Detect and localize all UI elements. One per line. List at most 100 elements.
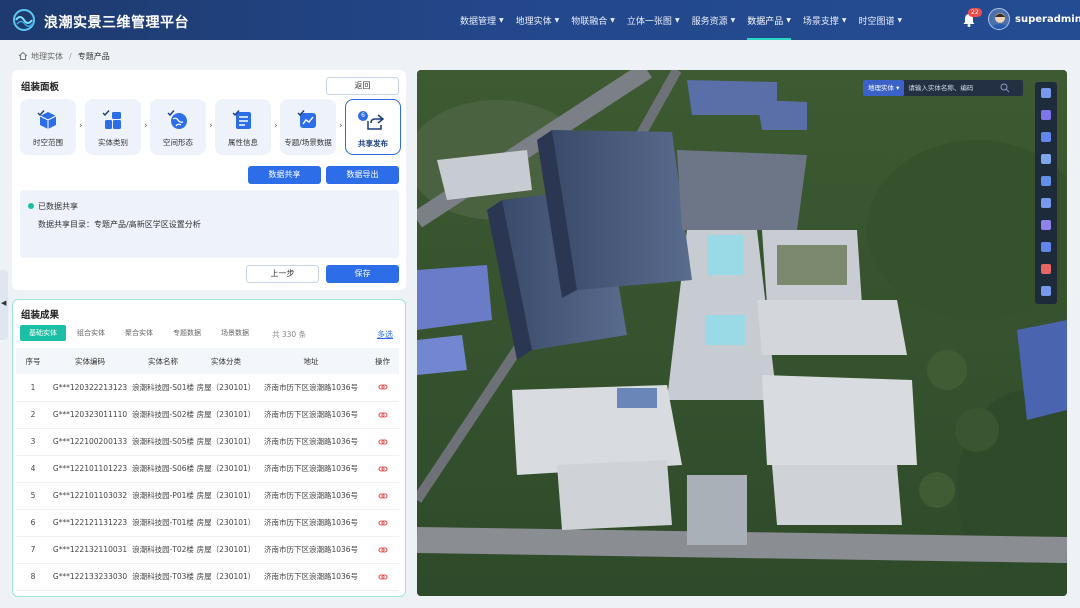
grid-check-icon [102, 110, 121, 129]
unlink-icon[interactable] [377, 518, 388, 528]
unlink-icon[interactable] [377, 410, 388, 420]
col-header: 实体名称 [130, 348, 196, 374]
table-row[interactable]: 3 G***122100200133 浪潮科技园-S05楼 房屋（230101） 济南市… [16, 428, 399, 456]
logo-icon [13, 9, 35, 31]
username[interactable]: superadmin [1015, 14, 1080, 25]
chevron-right-icon: › [274, 121, 278, 131]
step-time-range[interactable]: 时空范围 [20, 99, 76, 155]
results-panel-title: 组装成果 [21, 310, 60, 321]
unlink-icon[interactable] [377, 491, 388, 501]
nav-item[interactable]: 数据产品 ▼ [741, 0, 797, 40]
cell-name: 浪潮科技园-S01楼 [130, 374, 196, 402]
nav-item-label: 数据产品 [747, 16, 784, 27]
node-icon[interactable] [1039, 218, 1053, 232]
col-header: 实体编码 [50, 348, 130, 374]
step-label: 专题/场景数据 [284, 138, 332, 147]
table-row[interactable]: 2 G***120323011110 浪潮科技园-S02楼 房屋（230101） 济南市… [16, 401, 399, 429]
nav-item[interactable]: 时空图谱 ▼ [852, 0, 908, 40]
notification-badge: 22 [968, 8, 982, 17]
search-type-select[interactable]: 地理实体 ▾ [863, 80, 905, 96]
fullscreen-icon[interactable] [1039, 86, 1053, 100]
app-title: 浪潮实景三维管理平台 [44, 15, 189, 31]
layer-icon[interactable] [1039, 108, 1053, 122]
cell-actions [366, 563, 399, 591]
chevron-down-icon: ▼ [499, 16, 504, 24]
cell-category: 房屋（230101） [196, 482, 256, 510]
step-share-publish[interactable]: 6 共享发布 [345, 99, 401, 155]
download-icon[interactable] [1039, 240, 1053, 254]
cell-category: 房屋（230101） [196, 509, 256, 537]
print-icon[interactable] [1039, 284, 1053, 298]
nav-item-label: 地理实体 [515, 16, 552, 27]
table-row[interactable]: 8 G***122133233030 浪潮科技园-T03楼 房屋（230101） 济南市… [16, 563, 399, 591]
step-attribute-info[interactable]: 属性信息 [215, 99, 271, 155]
cell-code: G***122100200133 [50, 428, 130, 456]
share-status: 已数据共享 [38, 202, 78, 211]
cell-name: 浪潮科技园-S05楼 [130, 428, 196, 456]
step-label: 共享发布 [358, 139, 388, 148]
results-tabs: 基础实体 组合实体 聚合实体 专题数据 场景数据 [20, 325, 260, 341]
main-nav: 数据管理 ▼ 地理实体 ▼ 物联融合 ▼ 立体一张图 ▼ 服务资源 ▼ 数据产品 ▼ 场景支撑 ▼ 时空图谱… [454, 0, 908, 40]
entity-search-bar: 地理实体 ▾ [863, 80, 1023, 96]
save-button[interactable]: 保存 [326, 265, 399, 283]
data-share-button[interactable]: 数据共享 [248, 166, 321, 184]
search-icon[interactable] [1000, 83, 1010, 93]
table-row[interactable]: 5 G***122101103032 浪潮科技园-P01楼 房屋（230101） 济南市… [16, 482, 399, 510]
data-export-button[interactable]: 数据导出 [326, 166, 399, 184]
nav-item[interactable]: 地理实体 ▼ [510, 0, 566, 40]
search-input[interactable] [908, 84, 999, 92]
nav-item[interactable]: 立体一张图 ▼ [621, 0, 686, 40]
cell-actions [366, 536, 399, 564]
breadcrumb-parent[interactable]: 地理实体 [31, 51, 63, 62]
step-thematic-data[interactable]: 专题/场景数据 [280, 99, 336, 155]
unlink-icon[interactable] [377, 464, 388, 474]
cell-address: 济南市历下区浪潮路1036号 [256, 536, 366, 564]
tab-combined-entity[interactable]: 组合实体 [68, 325, 114, 341]
chevron-down-icon: ▼ [841, 16, 847, 24]
cell-no: 8 [16, 563, 50, 591]
cell-address: 济南市历下区浪潮路1036号 [256, 401, 366, 429]
trash-icon[interactable] [1039, 262, 1053, 276]
measure-icon[interactable] [1039, 152, 1053, 166]
status-dot [28, 203, 34, 209]
cell-address: 济南市历下区浪潮路1036号 [256, 428, 366, 456]
nav-item[interactable]: 物联融合 ▼ [565, 0, 621, 40]
tab-aggregate-entity[interactable]: 聚合实体 [116, 325, 162, 341]
unlink-icon[interactable] [377, 382, 388, 392]
cell-code: G***120323011110 [50, 401, 130, 429]
cell-actions [366, 401, 399, 429]
map-viewport[interactable] [417, 70, 1067, 596]
prev-step-button[interactable]: 上一步 [246, 265, 319, 283]
table-row[interactable]: 4 G***122101101223 浪潮科技园-S06楼 房屋（230101） 济南市… [16, 455, 399, 483]
table-row[interactable]: 7 G***122132110031 浪潮科技园-T02楼 房屋（230101） 济南市… [16, 536, 399, 564]
step-entity-category[interactable]: 实体类别 [85, 99, 141, 155]
table-row[interactable]: 6 G***122121131223 浪潮科技园-T01楼 房屋（230101） 济南市… [16, 509, 399, 537]
results-table: 序号 实体编码 实体名称 实体分类 地址 操作 1 G***12032221312… [16, 348, 399, 591]
cell-address: 济南市历下区浪潮路1036号 [256, 509, 366, 537]
nav-item[interactable]: 服务资源 ▼ [686, 0, 742, 40]
avatar[interactable] [988, 8, 1010, 30]
tab-scene-data[interactable]: 场景数据 [212, 325, 258, 341]
assembly-panel-title: 组装面板 [21, 82, 60, 93]
cell-category: 房屋（230101） [196, 455, 256, 483]
cell-no: 4 [16, 455, 50, 483]
collapse-handle[interactable]: ◀ [0, 270, 8, 340]
step-spatial-form[interactable]: 空间形态 [150, 99, 206, 155]
tab-thematic-data[interactable]: 专题数据 [164, 325, 210, 341]
unlink-icon[interactable] [377, 545, 388, 555]
chevron-down-icon: ▼ [554, 16, 560, 24]
tab-basic-entity[interactable]: 基础实体 [20, 325, 66, 341]
nav-item[interactable]: 数据管理 ▼ [454, 0, 510, 40]
split-view-icon[interactable] [1039, 130, 1053, 144]
cell-category: 房屋（230101） [196, 563, 256, 591]
sound-icon[interactable] [1039, 174, 1053, 188]
multi-select-link[interactable]: 多选 [377, 329, 393, 340]
nav-item[interactable]: 场景支撑 ▼ [797, 0, 853, 40]
ruler-icon[interactable] [1039, 196, 1053, 210]
table-row[interactable]: 1 G***120322213123 浪潮科技园-S01楼 房屋（230101） 济南市… [16, 374, 399, 402]
map-toolbar [1035, 82, 1057, 304]
nav-item-label: 物联融合 [571, 16, 608, 27]
unlink-icon[interactable] [377, 437, 388, 447]
back-button[interactable]: 返回 [326, 77, 399, 95]
unlink-icon[interactable] [377, 572, 388, 582]
